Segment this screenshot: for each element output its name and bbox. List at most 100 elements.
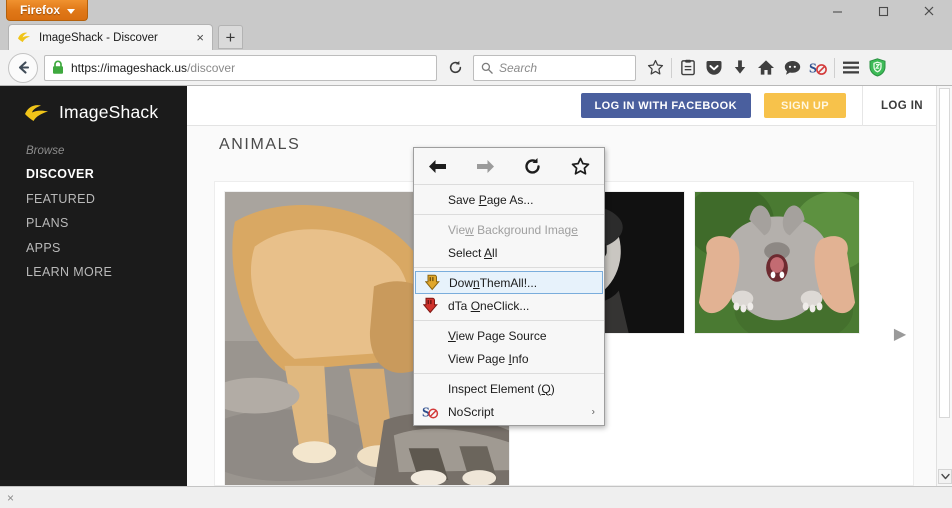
site-sidebar: ImageShack Browse DISCOVER FEATURED PLAN…	[0, 86, 187, 486]
tab-close-button[interactable]: ×	[194, 31, 206, 44]
reading-list-icon	[681, 59, 695, 76]
browser-tab[interactable]: ImageShack - Discover ×	[8, 24, 213, 50]
context-menu-nav-row	[414, 148, 604, 185]
padlock-icon	[53, 60, 63, 74]
menu-item-save-page-as[interactable]: Save Page As...	[414, 188, 604, 211]
sidebar-nav: Browse DISCOVER FEATURED PLANS APPS LEAR…	[0, 145, 187, 279]
menu-item-select-all[interactable]: Select All	[414, 241, 604, 264]
downthemall-icon	[424, 274, 441, 291]
zenmate-button[interactable]	[864, 53, 890, 83]
ctx-bookmark-star-icon	[571, 157, 590, 175]
menu-separator-2	[414, 267, 604, 268]
reload-icon	[449, 60, 461, 74]
sign-up-button[interactable]: SIGN UP	[763, 93, 846, 118]
menu-label: Save Page As...	[448, 192, 534, 207]
sidebar-item-apps[interactable]: APPS	[26, 241, 187, 255]
menu-label: NoScript	[448, 404, 495, 419]
new-tab-button[interactable]: +	[218, 25, 243, 49]
context-forward-button	[462, 158, 510, 175]
home-icon	[758, 60, 774, 75]
sidebar-item-featured[interactable]: FEATURED	[26, 192, 187, 206]
pocket-button[interactable]	[701, 53, 727, 83]
menu-separator-3	[414, 320, 604, 321]
site-brand[interactable]: ImageShack	[0, 86, 187, 123]
close-window-button[interactable]	[906, 0, 952, 22]
menu-item-view-page-source[interactable]: View Page Source	[414, 324, 604, 347]
menu-item-noscript[interactable]: S NoScript ›	[414, 400, 604, 423]
facebook-login-button[interactable]: LOG IN WITH FACEBOOK	[580, 93, 751, 118]
reload-button[interactable]	[441, 54, 469, 82]
tab-strip: ImageShack - Discover × +	[0, 22, 952, 50]
menu-label: DownThemAll!...	[449, 275, 538, 290]
imageshack-logo	[25, 104, 48, 121]
maximize-button[interactable]	[860, 0, 906, 22]
search-bar[interactable]: Search	[473, 54, 636, 81]
menu-label: View Background Image	[448, 222, 578, 237]
browser-window: Firefox ImageShack - Discover × + https:…	[0, 0, 952, 508]
photo-yawning-rabbit	[695, 192, 859, 333]
search-input[interactable]: Search	[499, 61, 537, 75]
navigation-toolbar: https://imageshack.us/discover Search S	[0, 50, 952, 86]
context-menu-items: Save Page As... View Background Image Se…	[414, 185, 604, 425]
menu-item-downthemall[interactable]: DownThemAll!...	[415, 271, 603, 294]
ctx-back-icon	[429, 159, 447, 173]
ctx-reload-icon	[525, 157, 540, 174]
page-viewport: ImageShack Browse DISCOVER FEATURED PLAN…	[0, 86, 952, 486]
brand-name: ImageShack	[59, 102, 159, 122]
bookmark-star-icon	[647, 59, 663, 75]
minimize-button[interactable]	[814, 0, 860, 22]
sidebar-item-discover[interactable]: DISCOVER	[26, 167, 187, 181]
find-bar: ×	[0, 486, 952, 508]
page-scrollbar[interactable]	[936, 86, 952, 486]
sidebar-item-learn-more[interactable]: LEARN MORE	[26, 265, 187, 279]
svg-text:S: S	[809, 62, 817, 77]
zenmate-shield-icon	[869, 58, 885, 77]
find-bar-close-button[interactable]: ×	[7, 492, 14, 504]
url-path: /discover	[187, 60, 236, 75]
scroll-down-button[interactable]	[938, 469, 952, 484]
ctx-forward-icon	[476, 159, 494, 173]
menu-item-view-page-info[interactable]: View Page Info	[414, 347, 604, 370]
submenu-arrow-icon: ›	[591, 406, 595, 417]
toolbar-divider-2	[834, 57, 835, 78]
menu-label: dTa OneClick...	[448, 298, 530, 313]
chevron-down-icon	[67, 8, 76, 14]
chat-button[interactable]	[779, 53, 805, 83]
pocket-icon	[706, 60, 722, 75]
context-bookmark-button[interactable]	[557, 157, 605, 176]
menu-item-dta-oneclick[interactable]: dTa OneClick...	[414, 294, 604, 317]
downloads-button[interactable]	[727, 53, 753, 83]
noscript-icon: S	[422, 403, 439, 420]
downloads-icon	[734, 60, 746, 74]
url-domain: https://imageshack.us	[71, 60, 188, 75]
back-arrow-icon	[18, 61, 29, 74]
toolbar-divider	[671, 57, 672, 78]
sidebar-item-plans[interactable]: PLANS	[26, 216, 187, 230]
account-topbar: LOG IN WITH FACEBOOK SIGN UP LOG IN	[187, 86, 952, 126]
firefox-menu-button[interactable]: Firefox	[6, 0, 89, 21]
home-button[interactable]	[753, 53, 779, 83]
search-icon	[481, 62, 493, 74]
url-bar[interactable]: https://imageshack.us/discover	[44, 54, 437, 81]
noscript-button[interactable]: S	[805, 53, 831, 83]
scrollbar-thumb[interactable]	[939, 88, 950, 418]
back-button[interactable]	[8, 52, 38, 83]
gallery-next-arrow[interactable]: ▶	[892, 323, 908, 345]
dta-oneclick-icon	[422, 297, 439, 314]
maximize-icon	[878, 6, 888, 16]
gallery-item-yawning-rabbit[interactable]	[694, 191, 860, 334]
tab-title: ImageShack - Discover	[39, 31, 158, 44]
bookmark-star-button[interactable]	[642, 53, 668, 83]
menu-item-inspect-element[interactable]: Inspect Element (Q)	[414, 377, 604, 400]
log-in-button[interactable]: LOG IN	[863, 100, 938, 112]
menu-separator-4	[414, 373, 604, 374]
hamburger-menu-button[interactable]	[838, 53, 864, 83]
firefox-menu-label: Firefox	[20, 3, 61, 17]
page-title: ANIMALS	[219, 136, 301, 153]
close-icon	[924, 6, 934, 16]
reading-list-button[interactable]	[675, 53, 701, 83]
context-back-button[interactable]	[414, 158, 462, 175]
context-menu[interactable]: Save Page As... View Background Image Se…	[413, 147, 605, 426]
noscript-icon: S	[809, 62, 827, 77]
context-reload-button[interactable]	[509, 157, 557, 176]
